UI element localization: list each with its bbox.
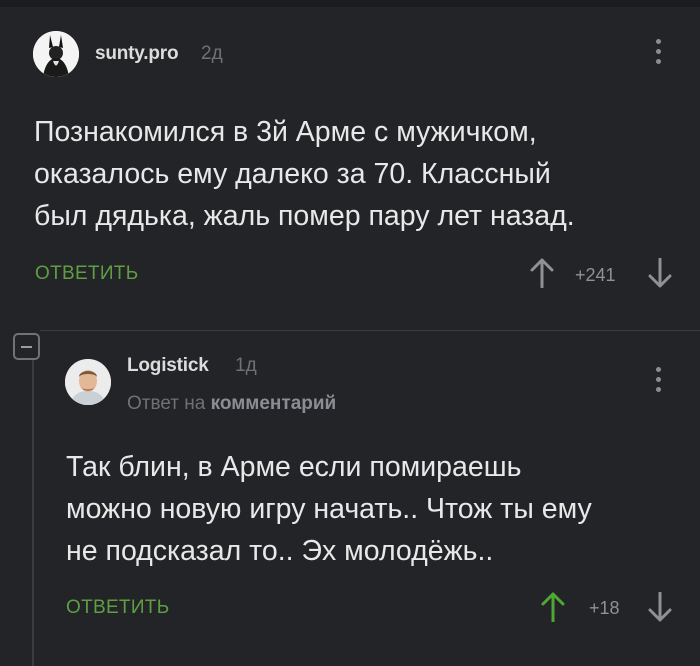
comment-text: Познакомился в 3й Арме с мужичком, оказа… — [34, 116, 575, 232]
timestamp: 1д — [235, 355, 257, 376]
comment-text: Так блин, в Арме если помираешь можно но… — [66, 451, 592, 567]
arrow-up-icon[interactable] — [540, 592, 566, 622]
top-bar — [0, 0, 700, 7]
minus-icon[interactable] — [13, 333, 40, 360]
arrow-up-icon[interactable] — [529, 258, 555, 288]
reply-to-line[interactable]: Ответ на комментарий — [127, 393, 336, 415]
arrow-down-icon[interactable] — [647, 592, 673, 622]
score: +241 — [575, 265, 616, 285]
username[interactable]: sunty.pro — [95, 43, 179, 65]
kebab-icon[interactable] — [654, 367, 664, 393]
reply-to-link[interactable]: комментарий — [211, 393, 337, 414]
timestamp: 2д — [201, 43, 223, 64]
reply-button[interactable]: ОТВЕТИТЬ — [35, 263, 138, 285]
arrow-down-icon[interactable] — [647, 258, 673, 288]
thread-line[interactable] — [32, 360, 34, 666]
username[interactable]: Logistick — [127, 355, 209, 377]
score: +18 — [589, 598, 620, 618]
divider — [40, 330, 700, 331]
reply-button[interactable]: ОТВЕТИТЬ — [66, 597, 169, 619]
avatar[interactable] — [65, 359, 111, 405]
reply-to-prefix: Ответ на — [127, 393, 206, 414]
avatar[interactable] — [33, 31, 79, 77]
kebab-icon[interactable] — [654, 39, 664, 65]
